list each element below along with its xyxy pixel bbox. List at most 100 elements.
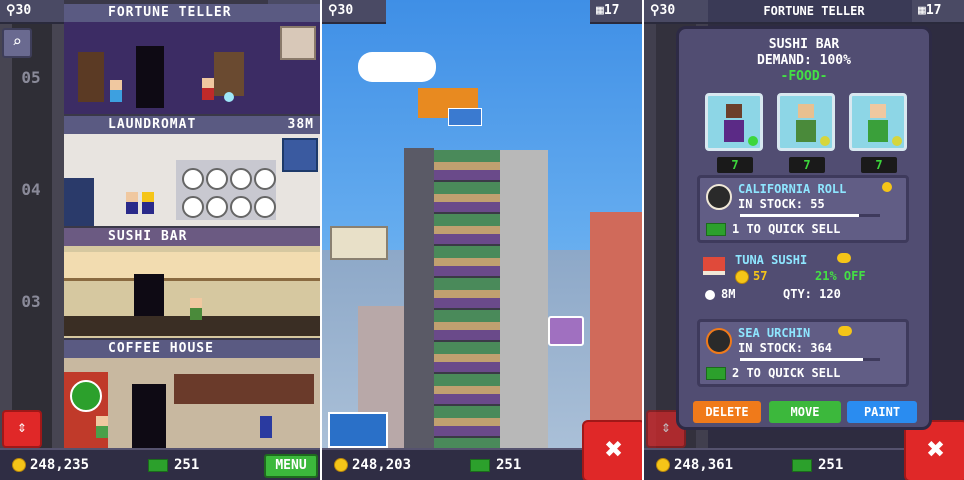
floor-count-chip: ⚲30 — [0, 0, 64, 24]
coin-icon — [12, 458, 26, 472]
stock-bar-fill — [740, 214, 859, 217]
stock-item-california-roll[interactable]: CALIFORNIA ROLL IN STOCK: 55 1 TO QUICK … — [697, 175, 909, 243]
tower-floors[interactable] — [434, 150, 500, 448]
floor-count-chip: ⚲30 — [322, 0, 386, 24]
resident[interactable] — [126, 192, 138, 214]
cloud — [358, 52, 436, 82]
quick-sell-label[interactable]: 2 TO QUICK SELL — [732, 366, 840, 380]
tuna-sushi-icon — [703, 257, 725, 275]
floor-number: 03 — [21, 292, 41, 311]
stock-bar-fill — [740, 358, 864, 361]
menu-button[interactable]: MENU — [264, 454, 318, 478]
sushi-bar-popup: SUSHI BAR DEMAND: 100% -FOOD- 7 7 7 CALI… — [676, 26, 932, 430]
tower-exterior-view: ⚲30 ▦17 248,203 251 ✖ — [322, 0, 642, 480]
resident[interactable] — [260, 416, 272, 438]
coin-icon — [838, 326, 852, 336]
coin-balance: 248,203 — [352, 457, 412, 473]
bux-balance: 251 — [818, 457, 844, 473]
floor-number: 05 — [21, 68, 41, 87]
happy-face-icon — [748, 136, 758, 146]
floor-timer: 38M — [287, 117, 314, 132]
neutral-face-icon — [820, 136, 830, 146]
crystal-ball-icon — [224, 92, 234, 102]
dream-job-avatar[interactable] — [705, 93, 763, 151]
bux-balance: 251 — [496, 457, 522, 473]
stock-count: IN STOCK: 364 — [738, 341, 832, 355]
tower-bux-icon — [470, 458, 490, 472]
resident[interactable] — [142, 192, 154, 214]
coffee-cup-icon[interactable] — [70, 380, 102, 412]
background-building — [498, 150, 548, 448]
fast-food-billboard[interactable] — [330, 226, 388, 260]
stock-item-sea-urchin[interactable]: SEA URCHIN IN STOCK: 364 2 TO QUICK SELL — [697, 319, 909, 387]
stock-bar — [740, 214, 880, 217]
tower-bux-icon — [792, 458, 812, 472]
stock-item-tuna-sushi[interactable]: TUNA SUSHI 57 21% OFF 8M QTY: 120 — [697, 249, 909, 313]
level-count-chip: ▦17 — [590, 0, 642, 24]
item-name: CALIFORNIA ROLL — [738, 182, 847, 196]
floor-laundromat[interactable] — [64, 134, 320, 226]
coin-icon — [656, 458, 670, 472]
floor-number: 04 — [21, 180, 41, 199]
shirt-icon[interactable] — [282, 138, 318, 172]
stock-bar — [740, 358, 880, 361]
popup-title: SUSHI BAR — [768, 37, 840, 52]
category-label: -FOOD- — [780, 69, 828, 84]
stock-count: IN STOCK: 55 — [738, 197, 825, 211]
tower-bux-icon — [706, 367, 726, 380]
floor-title-fortune-teller[interactable]: FORTUNE TELLER — [708, 0, 920, 24]
sushi-roll-icon — [706, 184, 732, 210]
search-icon[interactable]: ⌕ — [2, 28, 32, 58]
item-price: 57 — [753, 269, 768, 283]
lobby-billboard[interactable] — [328, 412, 388, 448]
tower-bux-icon — [148, 458, 168, 472]
demand-label: DEMAND: 100% — [757, 53, 851, 68]
tower-bux-icon — [706, 223, 726, 236]
restock-time: 8M — [721, 287, 736, 301]
coin-icon — [882, 182, 892, 192]
bux-balance: 251 — [174, 457, 200, 473]
coin-balance: 248,361 — [674, 457, 734, 473]
floor-title-coffee-house[interactable]: COFFEE HOUSE — [64, 340, 320, 358]
floor-count-chip: ⚲30 — [644, 0, 708, 24]
floor-title-laundromat[interactable]: LAUNDROMAT 38M — [64, 116, 320, 134]
neutral-face-icon — [892, 136, 902, 146]
coin-icon — [837, 253, 851, 263]
quick-sell-label[interactable]: 1 TO QUICK SELL — [732, 222, 840, 236]
background-building — [590, 212, 642, 448]
avatar-count: 7 — [717, 157, 753, 173]
delete-button[interactable]: DELETE — [693, 401, 761, 423]
clock-icon — [705, 289, 715, 300]
build-floor-sign[interactable] — [448, 108, 482, 126]
hand-icon[interactable] — [280, 26, 316, 60]
coin-icon — [735, 269, 749, 284]
item-name: TUNA SUSHI — [735, 253, 808, 267]
tower-elevator-column — [404, 148, 434, 448]
discount-label: 21% OFF — [815, 269, 866, 283]
floor-coffee-house[interactable] — [64, 358, 320, 448]
resident[interactable] — [202, 78, 214, 100]
avatar-count: 7 — [861, 157, 897, 173]
move-button[interactable]: MOVE — [769, 401, 841, 423]
resident[interactable] — [96, 416, 108, 438]
elevator-shaft: 05 04 03 — [0, 0, 64, 480]
elevator-button[interactable]: ⇕ — [2, 410, 42, 448]
item-name: SEA URCHIN — [738, 326, 811, 340]
floor-fortune-teller[interactable] — [64, 22, 320, 114]
close-icon[interactable]: ✖ — [582, 420, 642, 480]
resident[interactable] — [190, 298, 202, 320]
briefcase-icon[interactable] — [548, 316, 584, 346]
paint-button[interactable]: PAINT — [847, 401, 917, 423]
floor-sushi-bar[interactable] — [64, 246, 320, 338]
dream-job-avatar[interactable] — [777, 93, 835, 151]
level-count-chip: ▦17 — [912, 0, 964, 24]
floor-title-fortune-teller[interactable]: FORTUNE TELLER — [64, 4, 320, 22]
dream-job-avatar[interactable] — [849, 93, 907, 151]
coin-icon — [334, 458, 348, 472]
avatar-count: 7 — [789, 157, 825, 173]
coin-balance: 248,235 — [30, 457, 90, 473]
sea-urchin-icon — [706, 328, 732, 354]
floor-title-sushi-bar[interactable]: SUSHI BAR — [64, 228, 320, 246]
resident[interactable] — [110, 80, 122, 102]
restock-qty: QTY: 120 — [783, 287, 841, 301]
